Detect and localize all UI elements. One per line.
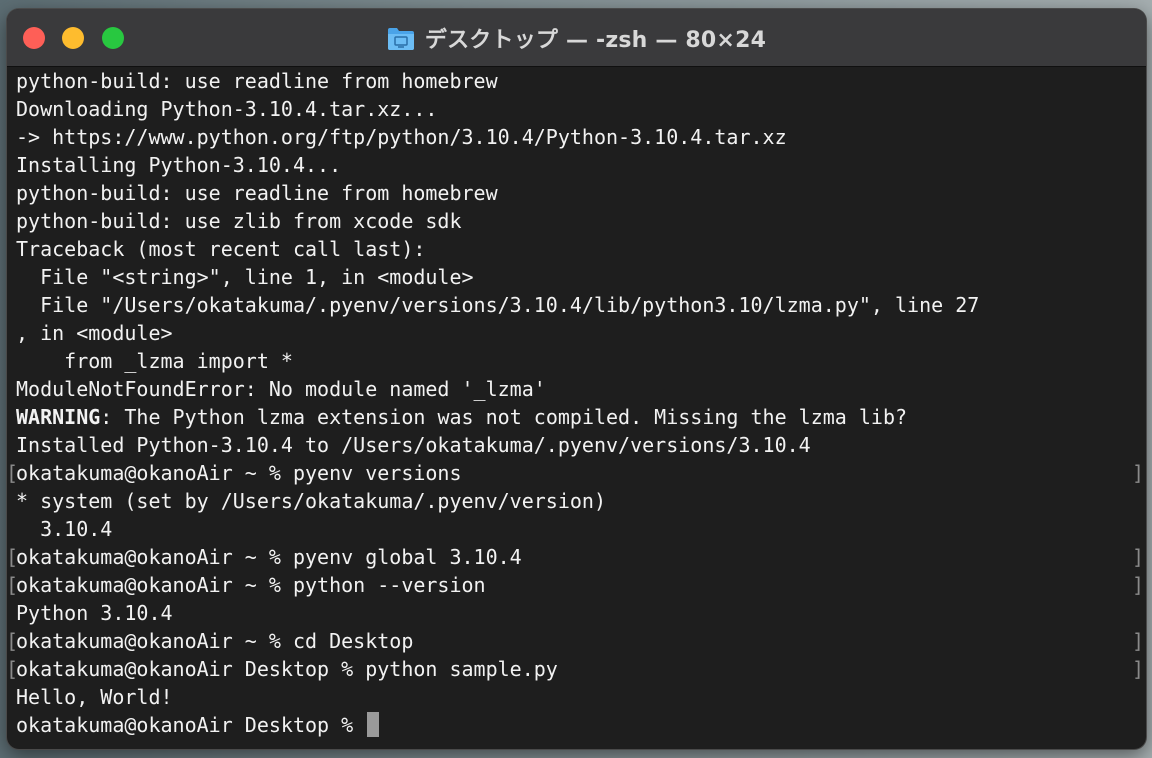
folder-icon [387,25,415,51]
warning-label: WARNING [16,405,101,429]
mark-bracket-right: ] [1131,573,1144,597]
mark-bracket-left: [ [7,629,19,653]
line-text: File "/Users/okatakuma/.pyenv/versions/3… [16,293,980,317]
terminal-line: File "<string>", line 1, in <module> [16,263,1146,291]
line-text: 3.10.4 [16,517,113,541]
terminal-line: Installing Python-3.10.4... [16,151,1146,179]
line-text: okatakuma@okanoAir ~ % pyenv versions [16,461,462,485]
line-text: okatakuma@okanoAir Desktop % python samp… [16,657,558,681]
terminal-line: Downloading Python-3.10.4.tar.xz... [16,95,1146,123]
text-cursor [367,712,380,737]
terminal-line: * system (set by /Users/okatakuma/.pyenv… [16,487,1146,515]
line-text: Python 3.10.4 [16,601,173,625]
mark-bracket-right: ] [1131,657,1144,681]
mark-bracket-right: ] [1131,629,1144,653]
line-text: Installing Python-3.10.4... [16,153,342,177]
terminal-line: -> https://www.python.org/ftp/python/3.1… [16,123,1146,151]
terminal-window: デスクトップ — -zsh — 80×24 python-build: use … [7,9,1146,749]
mark-bracket-left: [ [7,573,19,597]
line-text: python-build: use zlib from xcode sdk [16,209,462,233]
mark-bracket-right: ] [1131,545,1144,569]
terminal-prompt-line: [] okatakuma@okanoAir ~ % pyenv global 3.… [7,543,1146,571]
mark-bracket-left: [ [7,545,19,569]
line-text: File "<string>", line 1, in <module> [16,265,474,289]
mark-bracket-right: ] [1131,461,1144,485]
terminal-line: from _lzma import * [16,347,1146,375]
terminal-line: python-build: use zlib from xcode sdk [16,207,1146,235]
terminal-line: Python 3.10.4 [16,599,1146,627]
terminal-output[interactable]: python-build: use readline from homebrew… [7,67,1146,749]
line-text: * system (set by /Users/okatakuma/.pyenv… [16,489,607,513]
line-text: -> https://www.python.org/ftp/python/3.1… [16,125,787,149]
terminal-prompt-line: [] okatakuma@okanoAir Desktop % python sa… [7,655,1146,683]
title-container: デスクトップ — -zsh — 80×24 [7,9,1146,66]
terminal-line: Hello, World! [16,683,1146,711]
line-text: from _lzma import * [16,349,293,373]
line-text: Downloading Python-3.10.4.tar.xz... [16,97,438,121]
mark-bracket-left: [ [7,461,19,485]
terminal-line: okatakuma@okanoAir Desktop % [16,711,1146,739]
line-text: Traceback (most recent call last): [16,237,426,261]
line-text: okatakuma@okanoAir ~ % python --version [16,573,486,597]
terminal-line: python-build: use readline from homebrew [16,179,1146,207]
window-title: デスクトップ — -zsh — 80×24 [424,27,767,53]
terminal-line: , in <module> [16,319,1146,347]
line-text: python-build: use readline from homebrew [16,69,498,93]
terminal-line: WARNING: The Python lzma extension was n… [16,403,1146,431]
line-text: okatakuma@okanoAir ~ % pyenv global 3.10… [16,545,522,569]
terminal-line: python-build: use readline from homebrew [16,67,1146,95]
title-bar[interactable]: デスクトップ — -zsh — 80×24 [7,9,1146,67]
terminal-line: 3.10.4 [16,515,1146,543]
line-text: python-build: use readline from homebrew [16,181,498,205]
line-text: okatakuma@okanoAir Desktop % [16,713,366,737]
terminal-line: ModuleNotFoundError: No module named '_l… [16,375,1146,403]
terminal-line: File "/Users/okatakuma/.pyenv/versions/3… [16,291,1146,319]
mark-bracket-left: [ [7,657,19,681]
terminal-line: Installed Python-3.10.4 to /Users/okatak… [16,431,1146,459]
terminal-prompt-line: [] okatakuma@okanoAir ~ % pyenv versions [7,459,1146,487]
terminal-line: Traceback (most recent call last): [16,235,1146,263]
line-text: ModuleNotFoundError: No module named '_l… [16,377,546,401]
line-text: , in <module> [16,321,173,345]
terminal-prompt-line: [] okatakuma@okanoAir ~ % python --versio… [7,571,1146,599]
line-text: : The Python lzma extension was not comp… [100,405,908,429]
line-text: Hello, World! [16,685,173,709]
line-text: Installed Python-3.10.4 to /Users/okatak… [16,433,811,457]
line-text: okatakuma@okanoAir ~ % cd Desktop [16,629,414,653]
terminal-prompt-line: [] okatakuma@okanoAir ~ % cd Desktop [7,627,1146,655]
